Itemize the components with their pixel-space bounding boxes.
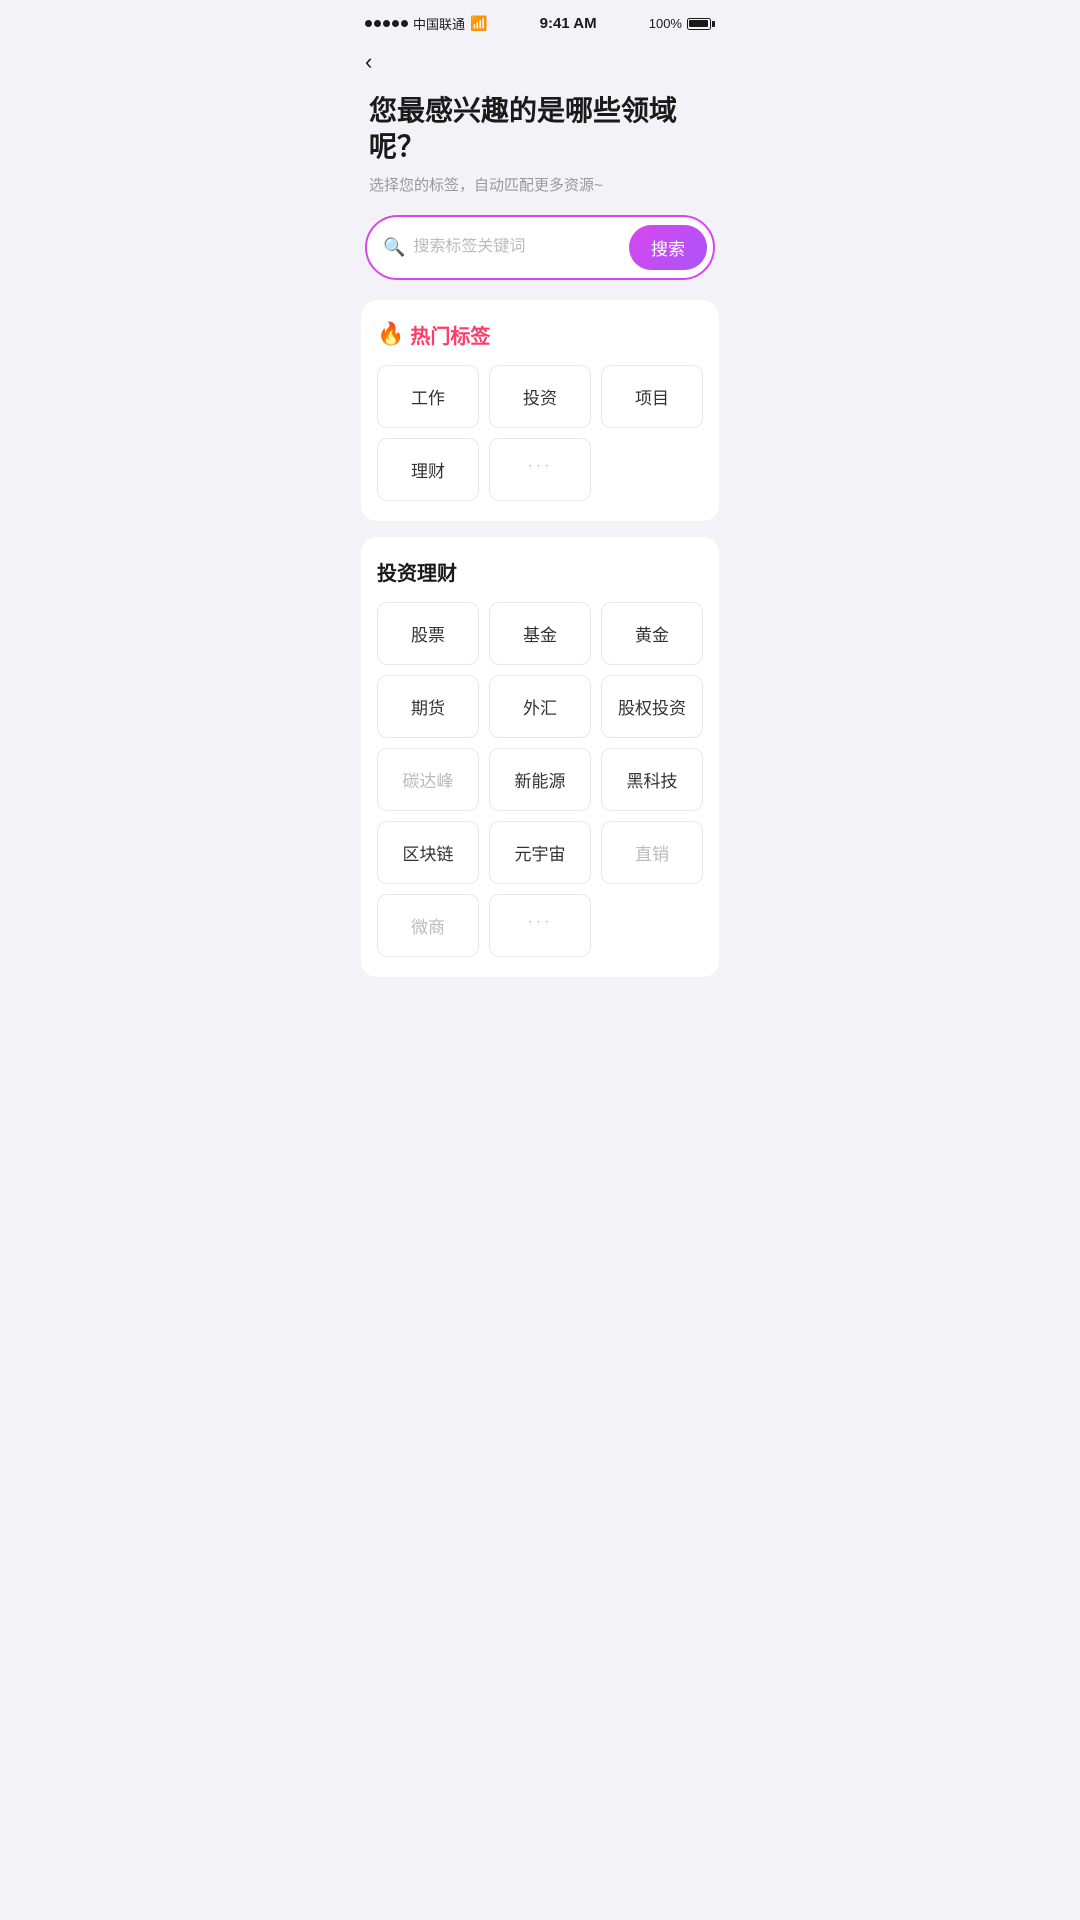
tag-item[interactable]: 股票 [377,602,479,665]
invest-tags-card: 投资理财 股票 基金 黄金 期货 外汇 股权投资 碳达峰 新能源 黑科技 区块链… [361,537,719,977]
tag-item[interactable]: 黄金 [601,602,703,665]
search-bar: 🔍 搜索 [365,215,715,280]
hot-tags-card: 🔥 热门标签 工作 投资 项目 理财 ··· [361,300,719,521]
status-time: 9:41 AM [540,15,597,32]
hot-icon: 🔥 [377,321,404,347]
tag-item[interactable]: 微商 [377,894,479,957]
tag-item[interactable]: 工作 [377,365,479,428]
page-header: 您最感兴趣的是哪些领域呢？ 选择您的标签，自动匹配更多资源~ [345,83,735,215]
tag-item[interactable]: 理财 [377,438,479,501]
search-input[interactable] [413,238,621,256]
hot-tags-title: 🔥 热门标签 [377,320,703,349]
battery-tip [712,21,715,27]
status-bar: 中国联通 📶 9:41 AM 100% [345,0,735,41]
status-right: 100% [649,16,715,31]
invest-tags-more[interactable]: ··· [489,894,591,957]
signal-dots [365,20,408,27]
back-button[interactable]: ‹ [365,49,372,74]
signal-dot-2 [374,20,381,27]
tag-item[interactable]: 期货 [377,675,479,738]
signal-dot-1 [365,20,372,27]
page-subtitle: 选择您的标签，自动匹配更多资源~ [369,174,711,195]
tag-item[interactable]: 元宇宙 [489,821,591,884]
hot-label: 热门标签 [410,320,490,349]
battery-fill [689,20,708,27]
status-left: 中国联通 📶 [365,14,487,33]
carrier-name: 中国联通 [413,14,465,33]
signal-dot-4 [392,20,399,27]
search-icon: 🔍 [383,237,405,258]
tag-item[interactable]: 股权投资 [601,675,703,738]
back-button-area: ‹ [345,41,735,83]
signal-dot-3 [383,20,390,27]
battery-icon [687,18,715,30]
tag-item[interactable]: 直销 [601,821,703,884]
tag-item[interactable]: 基金 [489,602,591,665]
tag-item[interactable]: 外汇 [489,675,591,738]
wifi-icon: 📶 [470,15,487,32]
hot-tags-more[interactable]: ··· [489,438,591,501]
hot-tags-grid: 工作 投资 项目 理财 ··· [377,365,703,501]
invest-tags-grid: 股票 基金 黄金 期货 外汇 股权投资 碳达峰 新能源 黑科技 区块链 元宇宙 … [377,602,703,957]
search-section: 🔍 搜索 [345,215,735,300]
invest-tags-title: 投资理财 [377,557,703,586]
tag-item[interactable]: 碳达峰 [377,748,479,811]
tag-item[interactable]: 区块链 [377,821,479,884]
battery-percentage: 100% [649,16,682,31]
tag-item[interactable]: 黑科技 [601,748,703,811]
battery-body [687,18,711,30]
tag-item[interactable]: 项目 [601,365,703,428]
signal-dot-5 [401,20,408,27]
content-section: 🔥 热门标签 工作 投资 项目 理财 ··· 投资理财 股票 基金 黄金 期货 … [345,300,735,977]
tag-item[interactable]: 新能源 [489,748,591,811]
tag-item[interactable]: 投资 [489,365,591,428]
search-button[interactable]: 搜索 [629,225,707,270]
page-title: 您最感兴趣的是哪些领域呢？ [369,93,711,166]
